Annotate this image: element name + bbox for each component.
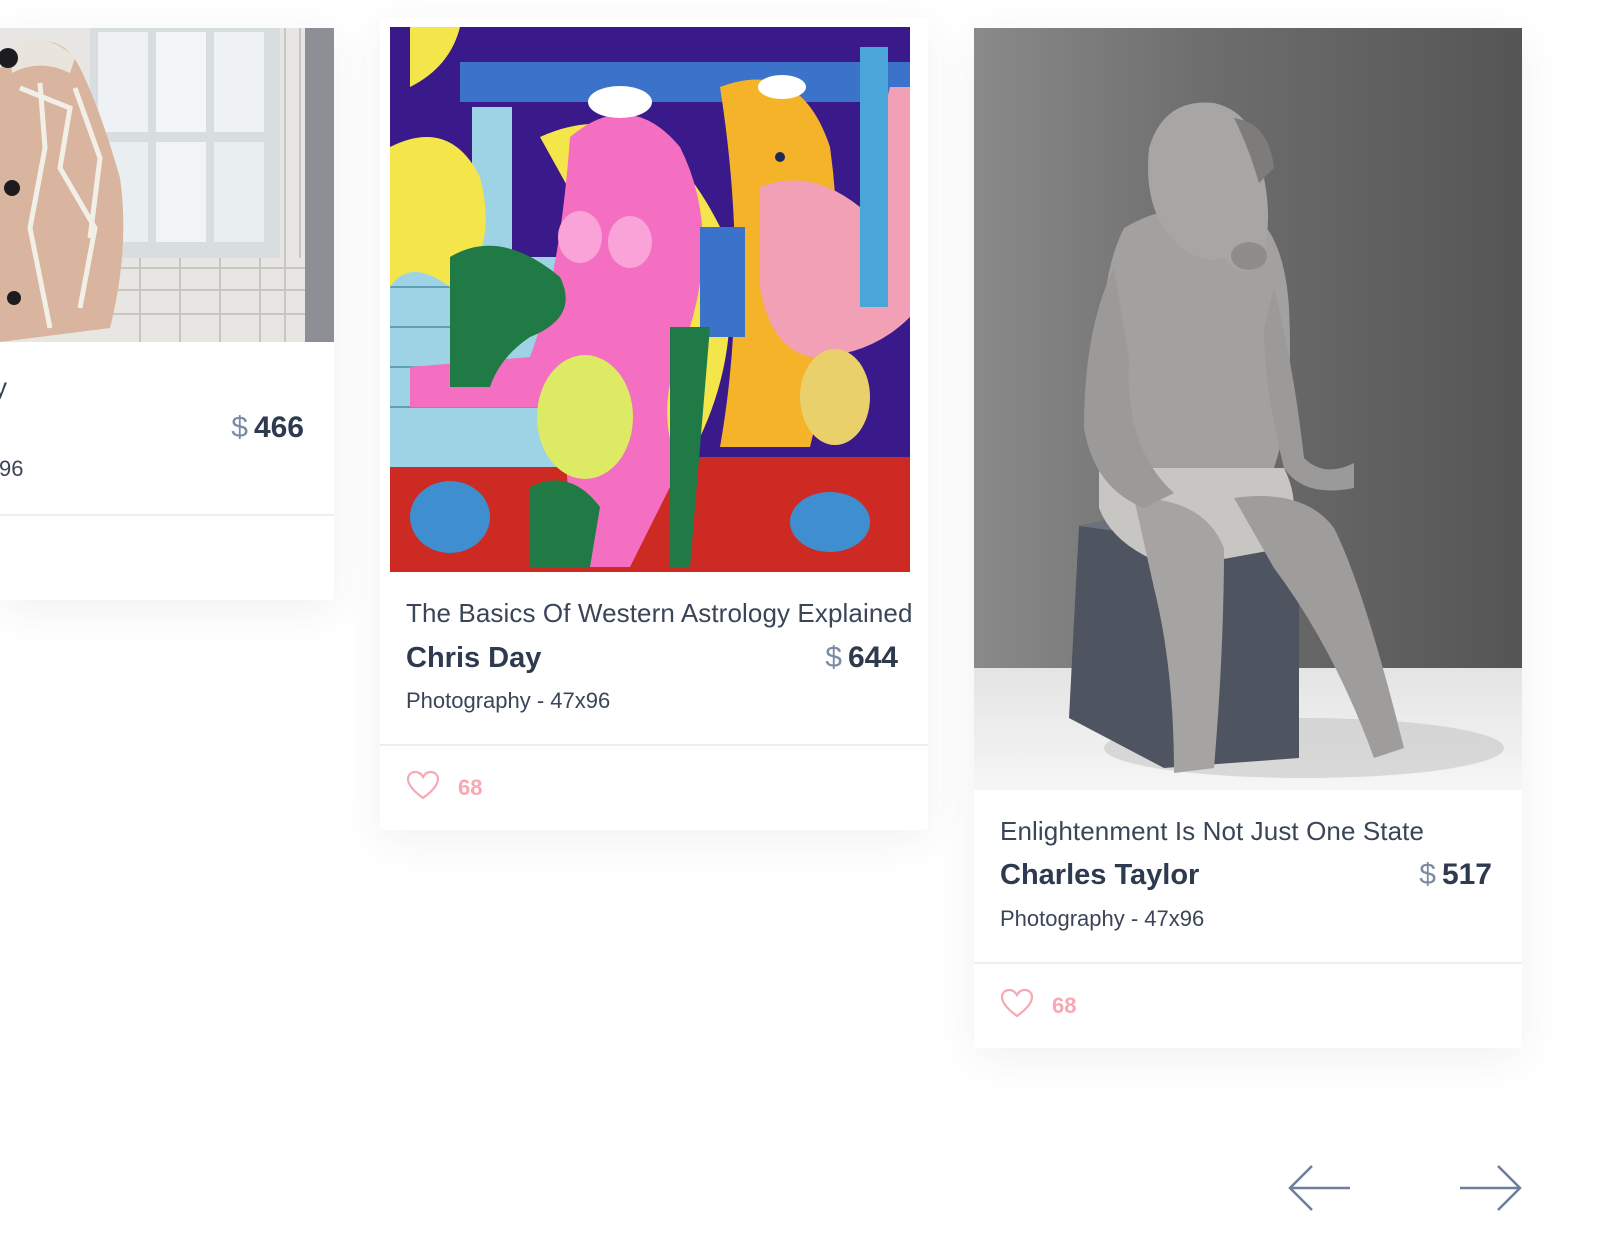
artwork-image[interactable] <box>974 28 1522 790</box>
artwork-card-1[interactable]: y $466 96 <box>0 28 334 600</box>
heart-icon[interactable] <box>406 770 440 805</box>
like-count: 68 <box>458 774 483 800</box>
like-control[interactable]: 68 <box>406 770 482 805</box>
currency-symbol: $ <box>825 641 842 674</box>
like-count: 68 <box>1052 992 1077 1018</box>
artwork-price: $644 <box>825 641 898 675</box>
price-value: 644 <box>847 641 898 674</box>
artwork-price: $466 <box>231 411 304 445</box>
artwork-card-3[interactable]: Enlightenment Is Not Just One State Char… <box>974 28 1522 1048</box>
arrow-right-icon[interactable] <box>1458 1163 1524 1213</box>
artwork-card-2[interactable]: The Basics Of Western Astrology Explaine… <box>380 18 928 830</box>
artwork-image[interactable] <box>390 27 910 572</box>
artwork-title: Enlightenment Is Not Just One State <box>1000 816 1425 846</box>
artist-name: Chris Day <box>406 642 542 674</box>
arrow-left-icon[interactable] <box>1286 1163 1352 1213</box>
artwork-meta: Photography - 47x96 <box>406 688 611 713</box>
like-control[interactable]: 68 <box>1000 988 1076 1023</box>
carousel-next-button[interactable] <box>1458 1163 1524 1213</box>
artwork-image[interactable] <box>0 28 334 342</box>
artwork-meta: Photography - 47x96 <box>1000 906 1205 931</box>
artwork-price: $517 <box>1419 858 1492 892</box>
currency-symbol: $ <box>1419 858 1436 891</box>
card-divider <box>380 744 928 746</box>
heart-icon[interactable] <box>1000 988 1034 1023</box>
artwork-title: y <box>0 372 8 402</box>
currency-symbol: $ <box>231 411 248 444</box>
card-divider <box>0 514 334 516</box>
price-value: 466 <box>253 411 304 444</box>
carousel-prev-button[interactable] <box>1286 1163 1352 1213</box>
price-value: 517 <box>1441 858 1492 891</box>
artwork-meta: 96 <box>0 456 24 481</box>
card-divider <box>974 962 1522 964</box>
artist-name: Charles Taylor <box>1000 859 1200 891</box>
artwork-title: The Basics Of Western Astrology Explaine… <box>406 598 913 628</box>
